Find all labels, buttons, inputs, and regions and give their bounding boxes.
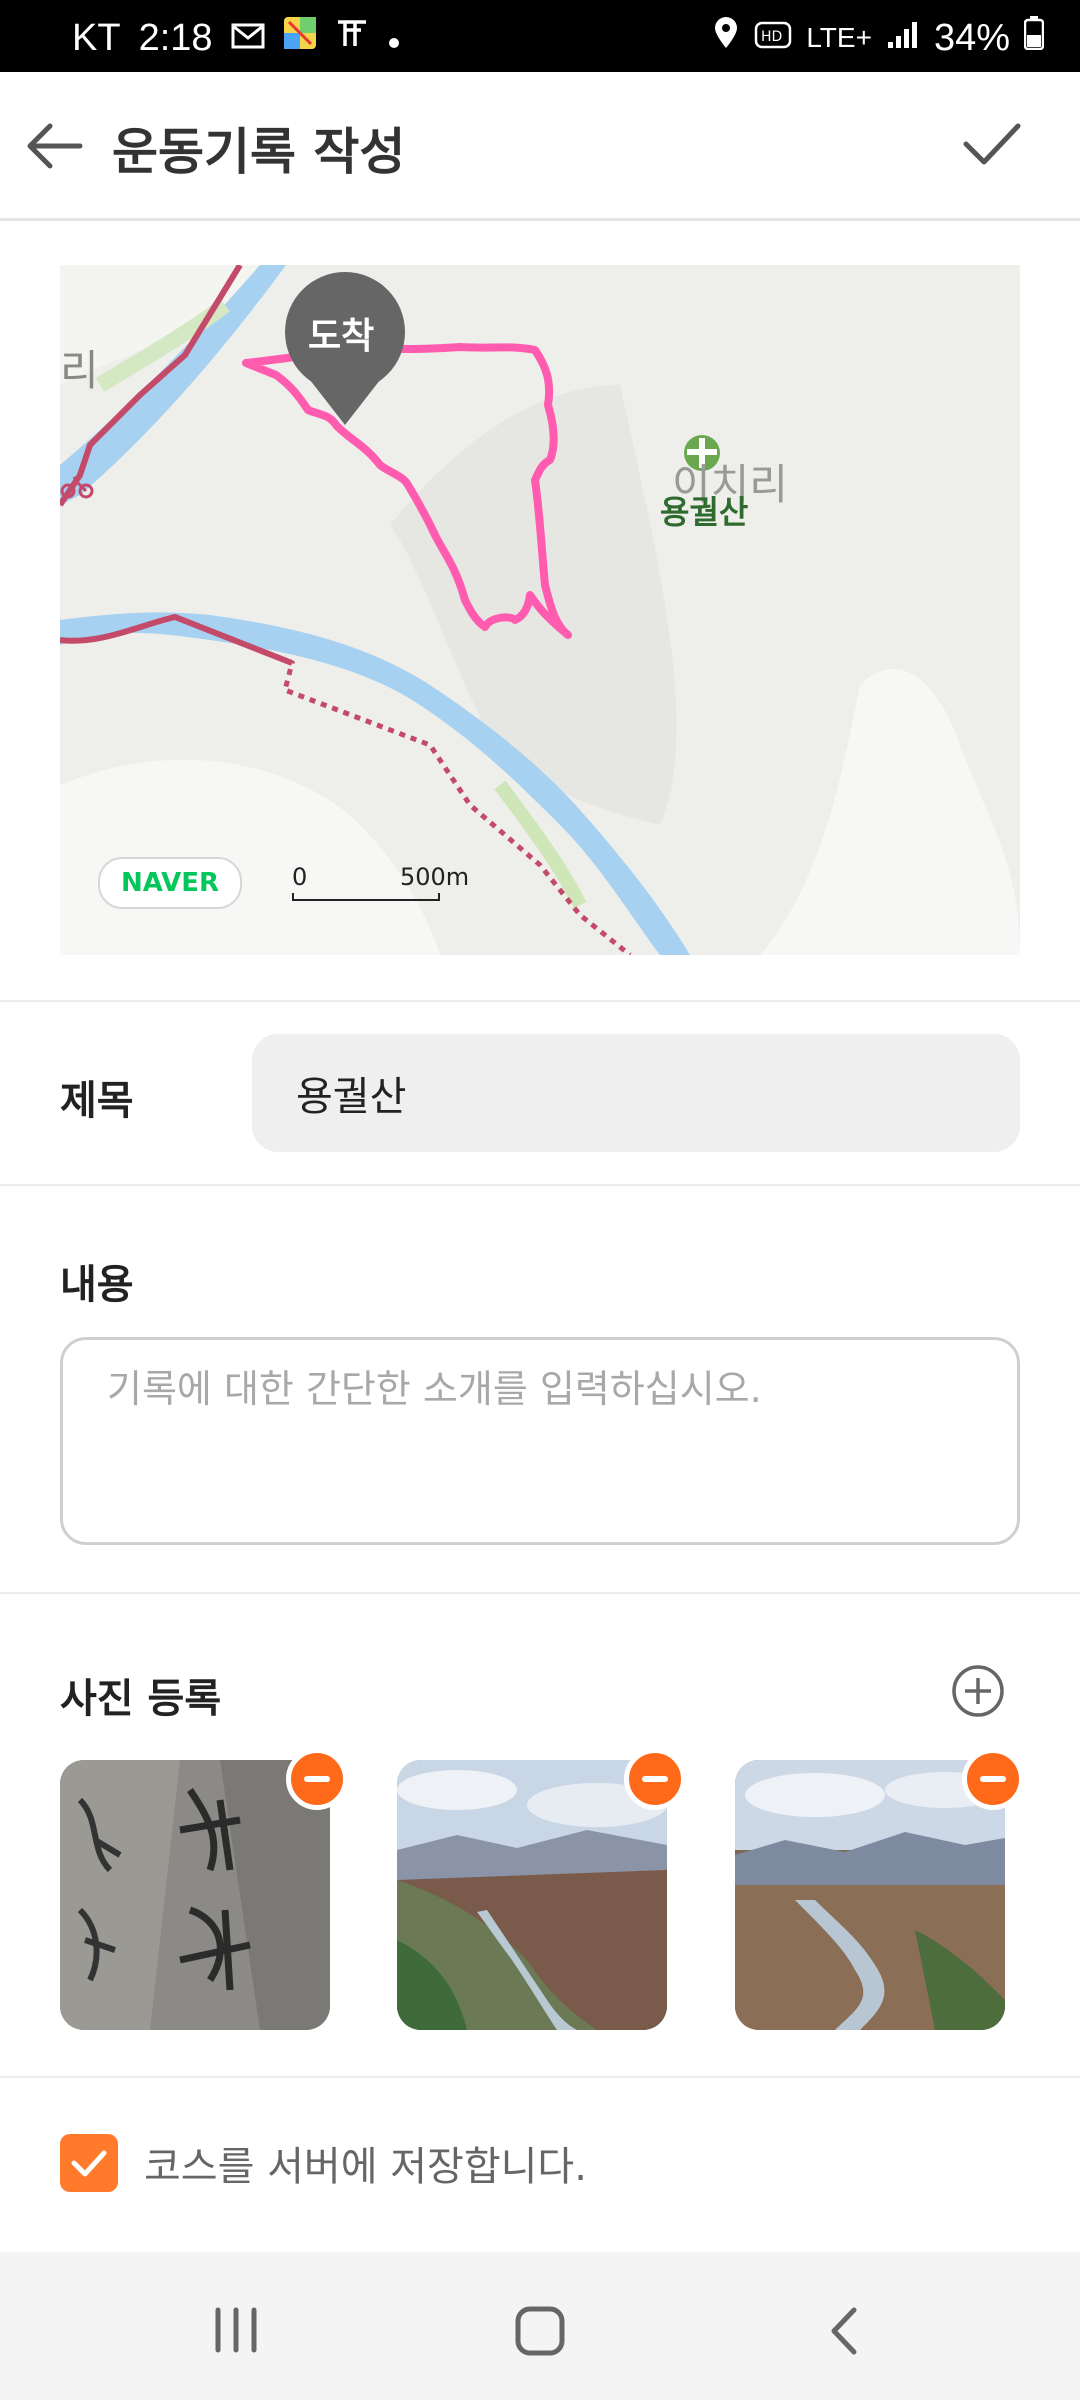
photo-thumbnail[interactable] [735,1760,1005,2030]
divider [0,1592,1080,1594]
add-photo-button[interactable] [950,1663,1006,1719]
arrow-left-icon [27,123,83,169]
status-right: HD LTE+ 34% [712,16,1045,60]
scale-zero-label: 0 [292,863,308,891]
remove-photo-button[interactable] [624,1748,686,1810]
photo-thumbnail[interactable] [60,1760,330,2030]
network-type-label: LTE+ [806,22,872,53]
recent-apps-icon [215,2307,257,2353]
photos-label: 사진 등록 [60,1676,222,1722]
status-bar: KT 2:18 HD LTE+ 34% [0,0,1080,72]
app-bar: 운동기록 작성 [0,72,1080,221]
naver-logo-text: NAVER [120,868,220,898]
map-canvas [60,265,1020,955]
map-scale: 0 500m [292,863,469,903]
page-title: 운동기록 작성 [112,123,406,181]
svg-text:HD: HD [761,29,782,45]
mail-icon [231,17,265,60]
route-map[interactable]: 도착 리 이치리 용궐산 NAVER 0 500m [60,265,1020,955]
photo-thumbnail[interactable] [397,1760,667,2030]
remove-photo-button[interactable] [286,1748,348,1810]
title-input-value: 용궐산 [296,1074,407,1120]
hd-voice-icon: HD [754,17,792,60]
checkmark-icon [71,2150,107,2177]
app-notification-icon [335,16,369,60]
naver-logo: NAVER [98,857,242,909]
recent-apps-button[interactable] [196,2296,276,2366]
content-placeholder: 기록에 대한 간단한 소개를 입력하십시오. [107,1367,762,1411]
save-course-label[interactable]: 코스를 서버에 저장합니다. [144,2134,587,2192]
river-photo-image [735,1760,1005,2030]
battery-percent: 34% [933,16,1010,59]
title-label: 제목 [60,1078,134,1124]
dot-icon [387,17,401,60]
scale-bar [292,893,440,901]
divider [0,1000,1080,1002]
plus-circle-icon [952,1665,1004,1717]
mountain-label: 용궐산 [660,493,749,531]
valley-photo-image [397,1760,667,2030]
back-nav-button[interactable] [804,2296,884,2366]
title-input[interactable]: 용궐산 [252,1034,1020,1152]
check-icon [963,123,1021,165]
chevron-left-icon [831,2307,857,2355]
signal-icon [886,17,920,60]
scale-distance-label: 500m [400,863,470,891]
remove-photo-button[interactable] [962,1748,1024,1810]
stone-carving-image [60,1760,330,2030]
arrival-label: 도착 [308,316,375,357]
system-nav-bar [0,2252,1080,2400]
back-button[interactable] [22,114,86,178]
content-label: 내용 [60,1262,134,1308]
divider [0,1184,1080,1186]
village-label-left: 리 [60,346,99,395]
map-app-icon [283,16,317,60]
home-button[interactable] [500,2296,580,2366]
confirm-button[interactable] [960,112,1024,176]
battery-icon [1023,16,1045,60]
content-textarea[interactable]: 기록에 대한 간단한 소개를 입력하십시오. [60,1337,1020,1545]
save-course-checkbox[interactable] [60,2134,118,2192]
location-icon [712,16,740,60]
divider [0,2076,1080,2078]
carrier-label: KT [72,16,121,59]
home-icon [515,2306,565,2356]
status-left: KT 2:18 [72,16,401,60]
clock: 2:18 [138,16,213,59]
